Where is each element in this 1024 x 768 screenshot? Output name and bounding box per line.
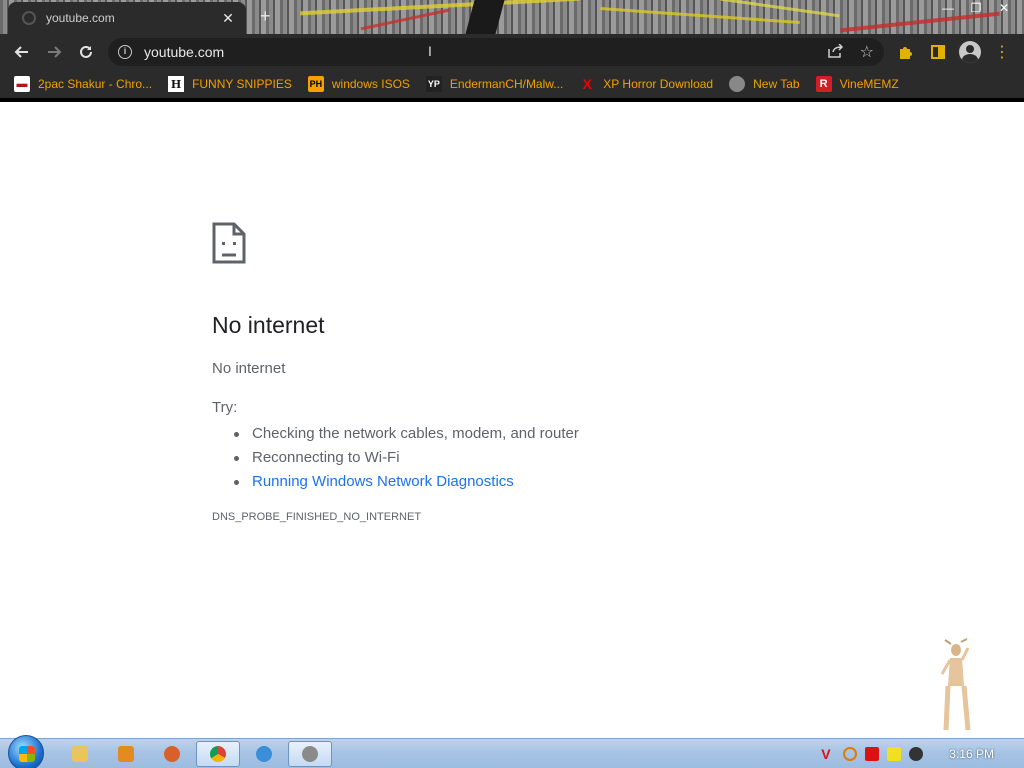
bookmark-star-icon[interactable]: ☆ [860, 42, 874, 62]
suggestion-item: Reconnecting to Wi-Fi [234, 446, 579, 470]
bookmark-favicon-icon: H [168, 76, 185, 92]
bookmark-label: 2pac Shakur - Chro... [38, 77, 153, 91]
window-controls: — ❐ ✕ [934, 0, 1018, 18]
app-icon [302, 746, 318, 762]
minimize-button[interactable]: — [934, 0, 962, 18]
toolbar-actions: ⋮ [890, 34, 1024, 70]
chrome-icon [210, 746, 226, 762]
bookmark-favicon-icon: PH [307, 76, 324, 92]
bookmark-2pac[interactable]: ▬ 2pac Shakur - Chro... [14, 76, 152, 92]
browser-toolbar: i youtube.com I ☆ ⋮ [0, 34, 1024, 70]
try-label: Try: [212, 399, 238, 416]
error-code: DNS_PROBE_FINISHED_NO_INTERNET [212, 511, 422, 523]
internet-explorer-icon [256, 746, 272, 762]
windows-logo-icon [19, 746, 35, 762]
windows-taskbar: V 3:16 PM [0, 735, 1024, 768]
bookmark-endermanch[interactable]: YP EndermanCH/Malw... [425, 76, 564, 92]
theme-decoration [360, 8, 450, 31]
suggestions-list: Checking the network cables, modem, and … [234, 422, 579, 494]
bookmark-label: EndermanCH/Malw... [449, 77, 564, 91]
share-icon[interactable] [828, 43, 844, 61]
bookmark-label: New Tab [753, 77, 800, 91]
bookmark-label: XP Horror Download [603, 77, 714, 91]
loading-favicon-icon [22, 11, 36, 25]
media-player-icon [118, 746, 134, 762]
theme-decoration [600, 7, 800, 24]
paint-icon [164, 746, 180, 762]
taskbar-paint[interactable] [150, 741, 194, 767]
search-tray-icon[interactable] [843, 747, 858, 761]
flag-tray-icon[interactable] [865, 747, 880, 761]
tab-youtube[interactable]: youtube.com ✕ [8, 2, 246, 34]
url-text: youtube.com [144, 44, 225, 60]
system-tray: V 3:16 PM [821, 739, 1024, 768]
profile-avatar-icon [959, 41, 981, 63]
v-tray-icon[interactable]: V [821, 747, 835, 761]
bookmarks-bar: ▬ 2pac Shakur - Chro... H FUNNY SNIPPIES… [0, 70, 1024, 98]
reload-icon [80, 45, 92, 58]
bookmark-label: windows ISOS [331, 77, 410, 91]
back-button[interactable] [6, 36, 38, 68]
bookmark-windows-isos[interactable]: PH windows ISOS [307, 76, 410, 92]
new-tab-button[interactable]: + [260, 6, 271, 27]
error-page: No internet No internet Try: Checking th… [0, 102, 1024, 738]
error-title: No internet [212, 312, 325, 338]
taskbar-ie[interactable] [242, 741, 286, 767]
sad-document-icon [212, 222, 246, 264]
profile-button[interactable] [954, 36, 986, 68]
notes-tray-icon[interactable] [887, 747, 902, 761]
bookmark-vinememz[interactable]: R VineMEMZ [815, 76, 899, 92]
bookmark-new-tab[interactable]: New Tab [729, 76, 800, 92]
folder-icon [72, 746, 88, 762]
back-arrow-icon [14, 46, 28, 58]
restore-button[interactable]: ❐ [962, 0, 990, 18]
tab-close-icon[interactable]: ✕ [220, 10, 236, 27]
bookmark-label: FUNNY SNIPPIES [192, 77, 292, 91]
close-window-button[interactable]: ✕ [990, 0, 1018, 18]
theme-decoration [720, 0, 840, 18]
bookmark-favicon-icon: R [815, 76, 832, 92]
extensions-puzzle-icon[interactable] [890, 36, 922, 68]
text-cursor-icon: I [428, 43, 432, 59]
bookmark-favicon-icon: X [582, 76, 592, 92]
bookmark-label: VineMEMZ [839, 77, 899, 91]
bookmark-xp-horror[interactable]: X XP Horror Download [579, 76, 714, 92]
bookmark-favicon-icon: ▬ [14, 76, 30, 92]
menu-kebab-icon[interactable]: ⋮ [986, 36, 1018, 68]
taskbar-chrome[interactable] [196, 741, 240, 767]
reload-button[interactable] [70, 36, 102, 68]
start-button[interactable] [8, 735, 44, 768]
bookmark-favicon-icon: YP [425, 76, 442, 92]
bookmark-favicon-icon [729, 76, 746, 92]
desktop-dancer-sprite [940, 638, 971, 731]
clock[interactable]: 3:16 PM [949, 747, 994, 761]
error-subtitle: No internet [212, 360, 286, 377]
bookmark-funny-snippies[interactable]: H FUNNY SNIPPIES [168, 76, 292, 92]
suggestion-item: Checking the network cables, modem, and … [234, 422, 579, 446]
forward-button[interactable] [38, 36, 70, 68]
forward-arrow-icon [48, 46, 62, 58]
address-bar[interactable]: i youtube.com I ☆ [108, 38, 884, 66]
taskbar-app[interactable] [288, 741, 332, 767]
site-info-icon[interactable]: i [118, 45, 132, 59]
network-diagnostics-link[interactable]: Running Windows Network Diagnostics [234, 470, 579, 494]
tab-title: youtube.com [46, 11, 115, 25]
taskbar-media-player[interactable] [104, 741, 148, 767]
record-tray-icon[interactable] [909, 747, 924, 761]
side-panel-icon[interactable] [922, 36, 954, 68]
taskbar-explorer[interactable] [58, 741, 102, 767]
tab-strip: youtube.com ✕ + — ❐ ✕ [0, 0, 1024, 34]
